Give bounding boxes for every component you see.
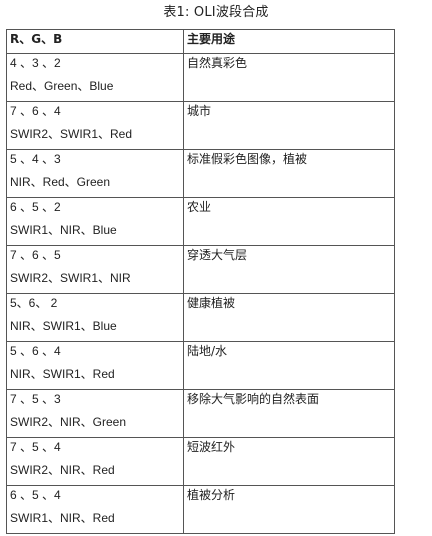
band-names: SWIR1、NIR、Red — [10, 511, 115, 525]
table-caption: 表1: OLI波段合成 — [163, 5, 269, 20]
band-numbers: 7 、5 、3 — [10, 392, 61, 406]
band-cell: 5、6、 2 NIR、SWIR1、Blue — [6, 293, 184, 342]
band-numbers: 7 、5 、4 — [10, 440, 61, 454]
use-text: 城市 — [187, 104, 212, 118]
band-names: SWIR1、NIR、Blue — [10, 223, 117, 237]
band-numbers: 5、6、 2 — [10, 296, 58, 310]
band-cell: 4 、3 、2 Red、Green、Blue — [6, 53, 184, 102]
use-cell: 城市 — [183, 101, 395, 150]
use-text: 植被分析 — [187, 488, 236, 502]
band-numbers: 5 、6 、4 — [10, 344, 61, 358]
use-text: 短波红外 — [187, 440, 236, 454]
table-row: 7 、5 、4 SWIR2、NIR、Red 短波红外 — [6, 437, 395, 486]
table-row: 7 、6 、4 SWIR2、SWIR1、Red 城市 — [6, 101, 395, 150]
table-row: 4 、3 、2 Red、Green、Blue 自然真彩色 — [6, 53, 395, 102]
table-row: 5、6、 2 NIR、SWIR1、Blue 健康植被 — [6, 293, 395, 342]
use-text: 移除大气影响的自然表面 — [187, 392, 320, 406]
band-cell: 7 、5 、4 SWIR2、NIR、Red — [6, 437, 184, 486]
use-cell: 植被分析 — [183, 485, 395, 534]
use-cell: 穿透大气层 — [183, 245, 395, 294]
use-text: 陆地/水 — [187, 344, 228, 358]
band-names: SWIR2、SWIR1、Red — [10, 127, 133, 141]
table-row: 6 、5 、4 SWIR1、NIR、Red 植被分析 — [6, 485, 395, 534]
use-text: 健康植被 — [187, 296, 236, 310]
band-numbers: 6 、5 、4 — [10, 488, 61, 502]
band-combination-table: R、G、B 主要用途 4 、3 、2 Red、Green、Blue 自然真彩色 … — [6, 29, 395, 534]
use-cell: 农业 — [183, 197, 395, 246]
table-row: 7 、6 、5 SWIR2、SWIR1、NIR 穿透大气层 — [6, 245, 395, 294]
band-cell: 5 、6 、4 NIR、SWIR1、Red — [6, 341, 184, 390]
header-main-use: 主要用途 — [183, 29, 395, 54]
use-cell: 标准假彩色图像，植被 — [183, 149, 395, 198]
table-row: 6 、5 、2 SWIR1、NIR、Blue 农业 — [6, 197, 395, 246]
table-row: 5 、6 、4 NIR、SWIR1、Red 陆地/水 — [6, 341, 395, 390]
band-names: SWIR2、NIR、Red — [10, 463, 115, 477]
use-text: 农业 — [187, 200, 212, 214]
band-names: NIR、SWIR1、Red — [10, 367, 115, 381]
band-cell: 7 、6 、5 SWIR2、SWIR1、NIR — [6, 245, 184, 294]
use-cell: 陆地/水 — [183, 341, 395, 390]
use-cell: 移除大气影响的自然表面 — [183, 389, 395, 438]
table-row: 5 、4 、3 NIR、Red、Green 标准假彩色图像，植被 — [6, 149, 395, 198]
band-cell: 5 、4 、3 NIR、Red、Green — [6, 149, 184, 198]
band-names: SWIR2、NIR、Green — [10, 415, 127, 429]
band-names: Red、Green、Blue — [10, 79, 114, 93]
use-text: 穿透大气层 — [187, 248, 248, 262]
band-numbers: 5 、4 、3 — [10, 152, 61, 166]
band-cell: 6 、5 、2 SWIR1、NIR、Blue — [6, 197, 184, 246]
band-numbers: 7 、6 、5 — [10, 248, 61, 262]
use-cell: 健康植被 — [183, 293, 395, 342]
band-names: SWIR2、SWIR1、NIR — [10, 271, 131, 285]
use-text: 自然真彩色 — [187, 56, 248, 70]
table-header-row: R、G、B 主要用途 — [6, 29, 395, 54]
band-cell: 7 、5 、3 SWIR2、NIR、Green — [6, 389, 184, 438]
band-cell: 6 、5 、4 SWIR1、NIR、Red — [6, 485, 184, 534]
band-numbers: 6 、5 、2 — [10, 200, 61, 214]
use-cell: 短波红外 — [183, 437, 395, 486]
band-numbers: 4 、3 、2 — [10, 56, 61, 70]
band-cell: 7 、6 、4 SWIR2、SWIR1、Red — [6, 101, 184, 150]
band-numbers: 7 、6 、4 — [10, 104, 61, 118]
use-text: 标准假彩色图像，植被 — [187, 152, 308, 166]
use-cell: 自然真彩色 — [183, 53, 395, 102]
band-names: NIR、SWIR1、Blue — [10, 319, 117, 333]
header-rgb: R、G、B — [6, 29, 184, 54]
table-row: 7 、5 、3 SWIR2、NIR、Green 移除大气影响的自然表面 — [6, 389, 395, 438]
band-names: NIR、Red、Green — [10, 175, 111, 189]
